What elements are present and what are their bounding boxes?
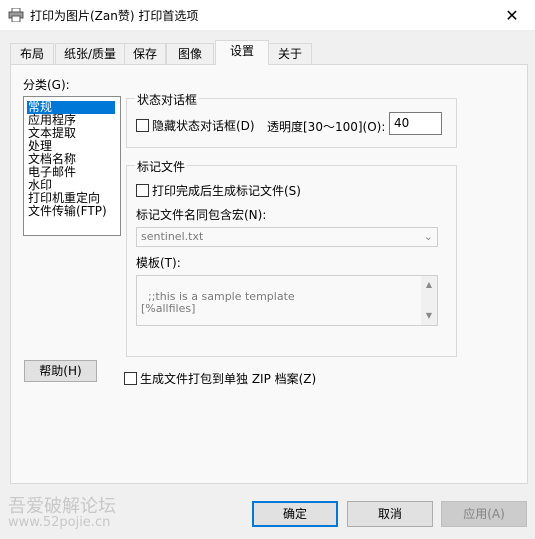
help-button[interactable]: 帮助(H) <box>24 360 97 382</box>
marker-name-combobox[interactable]: sentinel.txt ⌄ <box>136 227 438 247</box>
template-textarea[interactable]: ;;this is a sample template [%allfiles] … <box>136 275 438 326</box>
marker-name-label: 标记文件名同包含宏(N): <box>136 208 267 222</box>
cancel-button[interactable]: 取消 <box>347 501 433 527</box>
tab-settings[interactable]: 设置 <box>215 40 269 65</box>
transparency-input[interactable]: 40 <box>389 112 442 135</box>
hide-status-dialog-option[interactable]: 隐藏状态对话框(D) <box>136 117 255 134</box>
zip-checkbox[interactable] <box>124 372 137 385</box>
generate-marker-option[interactable]: 打印完成后生成标记文件(S) <box>136 182 301 199</box>
category-item-file-transfer[interactable]: 文件传输(FTP) <box>27 205 108 218</box>
zip-option[interactable]: 生成文件打包到单独 ZIP 档案(Z) <box>124 370 316 387</box>
category-label: 分类(G): <box>23 78 70 92</box>
tab-bar: 布局 纸张/质量 保存 图像 设置 关于 <box>0 40 535 65</box>
window-title: 打印为图片(Zan赞) 打印首选项 <box>30 9 199 23</box>
tab-paper-quality[interactable]: 纸张/质量 <box>55 43 125 64</box>
template-text: ;;this is a sample template [%allfiles] <box>141 290 295 315</box>
tab-about[interactable]: 关于 <box>268 43 312 64</box>
marker-name-value: sentinel.txt <box>141 230 204 243</box>
transparency-label: 透明度[30～100](O): <box>267 120 386 134</box>
zip-label: 生成文件打包到单独 ZIP 档案(Z) <box>140 372 317 386</box>
generate-marker-checkbox[interactable] <box>136 184 149 197</box>
printer-icon <box>8 7 24 23</box>
scroll-down-icon[interactable]: ▼ <box>421 309 437 323</box>
template-scrollbar[interactable]: ▲ ▼ <box>421 276 437 325</box>
category-list[interactable]: 常规 应用程序 文本提取 处理 文档名称 电子邮件 水印 打印机重定向 文件传输… <box>23 96 121 236</box>
close-icon: ✕ <box>505 5 519 25</box>
apply-button[interactable]: 应用(A) <box>441 501 527 527</box>
ok-button[interactable]: 确定 <box>252 501 338 527</box>
forum-url-watermark: www.52pojie.cn <box>8 515 111 530</box>
title-bar: 打印为图片(Zan赞) 打印首选项 ✕ <box>0 0 535 30</box>
hide-status-dialog-checkbox[interactable] <box>136 119 149 132</box>
tab-layout[interactable]: 布局 <box>10 43 54 64</box>
tab-image[interactable]: 图像 <box>166 43 214 64</box>
generate-marker-label: 打印完成后生成标记文件(S) <box>152 184 301 198</box>
marker-file-title: 标记文件 <box>135 158 188 175</box>
status-dialog-title: 状态对话框 <box>135 91 200 108</box>
close-button[interactable]: ✕ <box>489 0 535 30</box>
template-label: 模板(T): <box>136 256 181 270</box>
hide-status-dialog-label: 隐藏状态对话框(D) <box>152 119 255 133</box>
tab-save[interactable]: 保存 <box>124 43 166 64</box>
chevron-down-icon: ⌄ <box>423 230 433 243</box>
scroll-up-icon[interactable]: ▲ <box>421 278 437 292</box>
